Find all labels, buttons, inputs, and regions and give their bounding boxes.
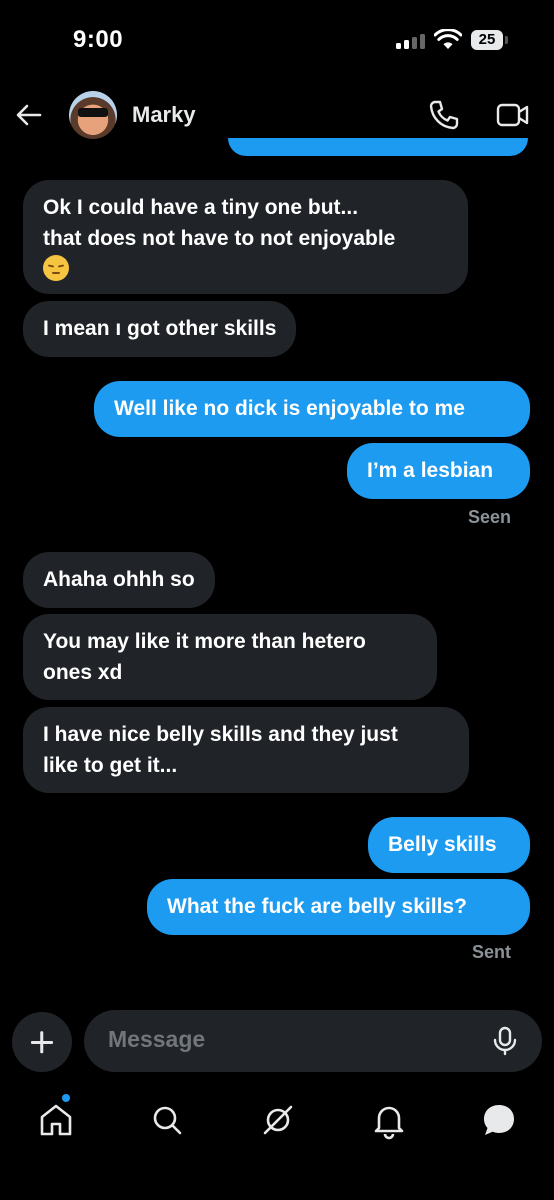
status-bar: 9:00 25	[0, 0, 554, 80]
sent-message[interactable]: I’m a lesbian	[347, 443, 530, 499]
grok-icon[interactable]	[258, 1100, 298, 1140]
message-text: Ahaha ohhh so	[43, 568, 195, 591]
message-line: I have nice belly skills and they just	[43, 723, 398, 746]
status-time: 9:00	[73, 26, 124, 53]
search-icon[interactable]	[147, 1100, 187, 1140]
message-text: I’m a lesbian	[367, 459, 494, 482]
battery-icon: 25	[471, 30, 503, 50]
message-line: like to get it...	[43, 754, 178, 777]
microphone-icon[interactable]	[492, 1026, 518, 1056]
message-composer[interactable]: Message	[84, 1010, 542, 1072]
message-line: You may like it more than hetero	[43, 630, 366, 653]
battery-nub	[505, 36, 508, 44]
bottom-navigation	[0, 1090, 554, 1200]
wifi-icon	[434, 29, 462, 49]
sent-message[interactable]: What the fuck are belly skills?	[147, 879, 530, 935]
home-icon[interactable]	[36, 1100, 76, 1140]
previous-sent-bubble	[228, 138, 528, 156]
message-text: I mean ı got other skills	[43, 317, 277, 340]
message-line: ones xd	[43, 661, 123, 684]
received-message[interactable]: I mean ı got other skills	[23, 301, 297, 357]
received-message[interactable]: Ok I could have a tiny one but... that d…	[23, 180, 468, 294]
read-receipt: Seen	[467, 507, 511, 527]
cellular-signal-icon	[396, 33, 426, 49]
notifications-icon[interactable]	[369, 1100, 409, 1140]
contact-name[interactable]: Marky	[132, 102, 196, 128]
message-text: Well like no dick is enjoyable to me	[114, 397, 465, 420]
message-text: Belly skills	[388, 833, 497, 856]
received-message[interactable]: I have nice belly skills and they just l…	[23, 707, 469, 793]
message-line: that does not have to not enjoyable	[43, 227, 396, 250]
avatar[interactable]	[69, 91, 117, 139]
battery-level: 25	[478, 31, 496, 48]
add-attachment-button[interactable]	[12, 1012, 72, 1072]
sent-message[interactable]: Belly skills	[368, 817, 530, 873]
sent-message[interactable]: Well like no dick is enjoyable to me	[94, 381, 530, 437]
avatar-sunglasses	[78, 108, 108, 117]
received-message[interactable]: Ahaha ohhh so	[23, 552, 215, 608]
message-line: Ok I could have a tiny one but...	[43, 196, 359, 219]
messages-icon[interactable]	[479, 1100, 519, 1140]
pensive-face-emoji	[43, 255, 69, 281]
notification-dot	[62, 1094, 70, 1102]
delivery-status: Sent	[471, 942, 511, 962]
message-input[interactable]: Message	[108, 1026, 205, 1053]
phone-icon[interactable]	[428, 99, 460, 131]
message-text: What the fuck are belly skills?	[167, 895, 467, 918]
back-arrow-icon[interactable]	[14, 100, 44, 130]
received-message[interactable]: You may like it more than hetero ones xd	[23, 614, 437, 700]
video-icon[interactable]	[496, 101, 530, 129]
